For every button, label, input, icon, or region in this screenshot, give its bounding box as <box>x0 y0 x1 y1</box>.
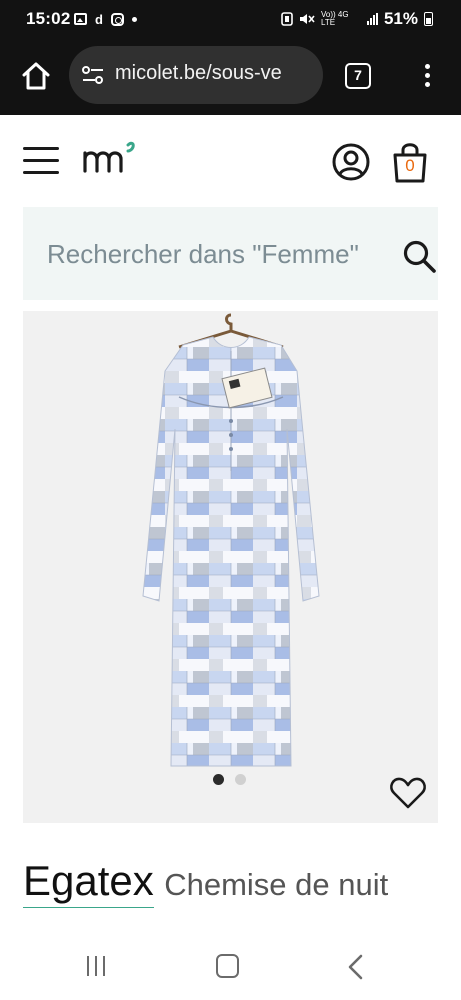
system-home-icon[interactable] <box>216 954 239 978</box>
mute-icon <box>299 14 315 24</box>
cart-button[interactable]: 0 <box>390 141 430 183</box>
browser-toolbar: micolet.be/sous-ve 7 <box>0 38 461 115</box>
site-settings-icon[interactable] <box>81 65 105 85</box>
system-nav-bar <box>0 932 461 1000</box>
gallery-pagination <box>213 774 246 785</box>
tab-switcher-button[interactable]: 7 <box>345 63 371 89</box>
nightgown-product-image[interactable] <box>121 311 341 771</box>
status-indicators: Vo)) 4G LTE 51% <box>281 9 433 29</box>
signal-icon <box>366 13 378 25</box>
search-input[interactable] <box>47 235 371 273</box>
battery-icon <box>424 12 433 26</box>
account-icon[interactable] <box>331 142 371 182</box>
search-bar <box>23 207 438 300</box>
status-time: 15:02 <box>26 9 71 28</box>
recent-apps-icon[interactable] <box>87 956 111 976</box>
notification-d-icon: d <box>95 11 103 27</box>
heart-icon[interactable] <box>389 776 427 810</box>
address-bar[interactable]: micolet.be/sous-ve <box>69 46 323 104</box>
gallery-notification-icon <box>74 13 87 25</box>
site-header: 0 <box>0 115 461 207</box>
product-title: Egatex Chemise de nuit <box>23 857 453 908</box>
cart-count-badge: 0 <box>405 156 415 175</box>
overflow-menu-icon[interactable] <box>418 61 436 91</box>
brand-link[interactable]: Egatex <box>23 857 154 908</box>
more-notifications-dot-icon <box>131 16 137 22</box>
url-text: micolet.be/sous-ve <box>115 62 282 84</box>
network-type: Vo)) 4G LTE <box>320 10 349 27</box>
micolet-logo[interactable] <box>82 137 138 181</box>
back-icon[interactable] <box>345 954 367 980</box>
nfc-icon <box>281 12 293 26</box>
gallery-dot-1[interactable] <box>213 774 224 785</box>
battery-level: 51% <box>383 9 418 28</box>
notification-icons: d <box>74 10 137 28</box>
status-bar: 15:02 d Vo)) 4G LTE 51% <box>0 0 461 38</box>
instagram-notification-icon <box>110 12 124 26</box>
hamburger-menu-icon[interactable] <box>23 147 59 175</box>
gallery-dot-2[interactable] <box>235 774 246 785</box>
home-icon[interactable] <box>18 58 54 94</box>
product-name: Chemise de nuit <box>164 867 389 902</box>
search-icon[interactable] <box>402 239 438 275</box>
product-image-gallery[interactable] <box>23 311 438 823</box>
